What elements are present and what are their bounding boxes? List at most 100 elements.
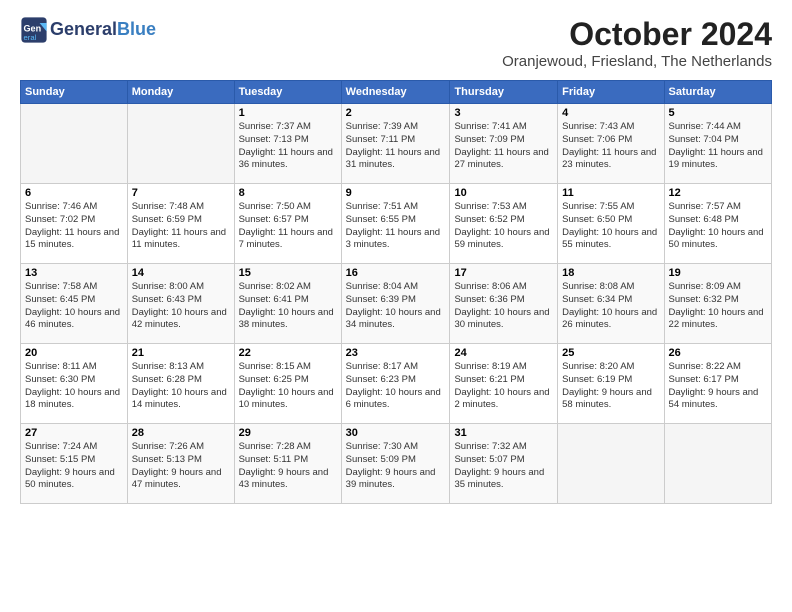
day-number: 1 <box>239 107 337 119</box>
day-number: 27 <box>25 427 123 439</box>
day-info: Sunrise: 8:04 AM Sunset: 6:39 PM Dayligh… <box>346 281 446 332</box>
weekday-header: Wednesday <box>341 81 450 104</box>
calendar-cell: 1 Sunrise: 7:37 AM Sunset: 7:13 PM Daylig… <box>234 104 341 184</box>
calendar-cell: 19 Sunrise: 8:09 AM Sunset: 6:32 PM Dayli… <box>664 264 771 344</box>
day-info: Sunrise: 8:08 AM Sunset: 6:34 PM Dayligh… <box>562 281 659 332</box>
calendar-header: SundayMondayTuesdayWednesdayThursdayFrid… <box>21 81 772 104</box>
day-info: Sunrise: 7:55 AM Sunset: 6:50 PM Dayligh… <box>562 201 659 252</box>
calendar-cell: 10Sunrise: 7:53 AM Sunset: 6:52 PM Dayli… <box>450 184 558 264</box>
svg-text:eral: eral <box>24 33 37 42</box>
day-info: Sunrise: 7:46 AM Sunset: 7:02 PM Dayligh… <box>25 201 123 252</box>
month-title: October 2024 <box>502 16 772 53</box>
day-info: Sunrise: 7:39 AM Sunset: 7:11 PM Dayligh… <box>346 121 446 172</box>
day-number: 20 <box>25 347 123 359</box>
calendar-cell <box>127 104 234 184</box>
logo-name: GeneralBlue <box>50 20 156 40</box>
day-info: Sunrise: 7:50 AM Sunset: 6:57 PM Dayligh… <box>239 201 337 252</box>
day-number: 29 <box>239 427 337 439</box>
day-number: 21 <box>132 347 230 359</box>
calendar-cell: 9 Sunrise: 7:51 AM Sunset: 6:55 PM Daylig… <box>341 184 450 264</box>
calendar-cell: 31 Sunrise: 7:32 AM Sunset: 5:07 PM Dayli… <box>450 424 558 504</box>
day-number: 14 <box>132 267 230 279</box>
calendar-cell: 2 Sunrise: 7:39 AM Sunset: 7:11 PM Daylig… <box>341 104 450 184</box>
weekday-header: Friday <box>558 81 664 104</box>
day-number: 6 <box>25 187 123 199</box>
title-block: October 2024 Oranjewoud, Friesland, The … <box>502 16 772 70</box>
day-number: 13 <box>25 267 123 279</box>
day-number: 9 <box>346 187 446 199</box>
day-number: 15 <box>239 267 337 279</box>
calendar-cell: 7Sunrise: 7:48 AM Sunset: 6:59 PM Daylig… <box>127 184 234 264</box>
day-info: Sunrise: 7:44 AM Sunset: 7:04 PM Dayligh… <box>669 121 767 172</box>
calendar-cell: 24 Sunrise: 8:19 AM Sunset: 6:21 PM Dayli… <box>450 344 558 424</box>
calendar-cell: 25 Sunrise: 8:20 AM Sunset: 6:19 PM Dayli… <box>558 344 664 424</box>
day-number: 24 <box>454 347 553 359</box>
calendar-cell: 4Sunrise: 7:43 AM Sunset: 7:06 PM Daylig… <box>558 104 664 184</box>
day-number: 16 <box>346 267 446 279</box>
calendar-cell: 20 Sunrise: 8:11 AM Sunset: 6:30 PM Dayli… <box>21 344 128 424</box>
calendar-cell: 5Sunrise: 7:44 AM Sunset: 7:04 PM Daylig… <box>664 104 771 184</box>
calendar-table: SundayMondayTuesdayWednesdayThursdayFrid… <box>20 80 772 504</box>
location-title: Oranjewoud, Friesland, The Netherlands <box>502 53 772 70</box>
calendar-cell: 21Sunrise: 8:13 AM Sunset: 6:28 PM Dayli… <box>127 344 234 424</box>
day-info: Sunrise: 7:28 AM Sunset: 5:11 PM Dayligh… <box>239 441 337 492</box>
calendar-cell: 26Sunrise: 8:22 AM Sunset: 6:17 PM Dayli… <box>664 344 771 424</box>
calendar-week-row: 27 Sunrise: 7:24 AM Sunset: 5:15 PM Dayli… <box>21 424 772 504</box>
day-info: Sunrise: 8:00 AM Sunset: 6:43 PM Dayligh… <box>132 281 230 332</box>
day-info: Sunrise: 7:41 AM Sunset: 7:09 PM Dayligh… <box>454 121 553 172</box>
weekday-header: Saturday <box>664 81 771 104</box>
day-number: 2 <box>346 107 446 119</box>
calendar-cell: 3 Sunrise: 7:41 AM Sunset: 7:09 PM Daylig… <box>450 104 558 184</box>
day-info: Sunrise: 7:24 AM Sunset: 5:15 PM Dayligh… <box>25 441 123 492</box>
logo: Gen eral GeneralBlue <box>20 16 156 44</box>
calendar-week-row: 13 Sunrise: 7:58 AM Sunset: 6:45 PM Dayli… <box>21 264 772 344</box>
weekday-header: Thursday <box>450 81 558 104</box>
day-info: Sunrise: 8:11 AM Sunset: 6:30 PM Dayligh… <box>25 361 123 412</box>
day-number: 3 <box>454 107 553 119</box>
calendar-cell: 13 Sunrise: 7:58 AM Sunset: 6:45 PM Dayli… <box>21 264 128 344</box>
calendar-cell <box>21 104 128 184</box>
calendar-cell: 23Sunrise: 8:17 AM Sunset: 6:23 PM Dayli… <box>341 344 450 424</box>
weekday-row: SundayMondayTuesdayWednesdayThursdayFrid… <box>21 81 772 104</box>
calendar-cell <box>664 424 771 504</box>
day-info: Sunrise: 7:57 AM Sunset: 6:48 PM Dayligh… <box>669 201 767 252</box>
day-info: Sunrise: 7:30 AM Sunset: 5:09 PM Dayligh… <box>346 441 446 492</box>
day-number: 12 <box>669 187 767 199</box>
day-info: Sunrise: 7:37 AM Sunset: 7:13 PM Dayligh… <box>239 121 337 172</box>
calendar-body: 1 Sunrise: 7:37 AM Sunset: 7:13 PM Daylig… <box>21 104 772 504</box>
header: Gen eral GeneralBlue October 2024 Oranje… <box>20 16 772 70</box>
calendar-week-row: 6 Sunrise: 7:46 AM Sunset: 7:02 PM Daylig… <box>21 184 772 264</box>
day-number: 18 <box>562 267 659 279</box>
calendar-cell: 27 Sunrise: 7:24 AM Sunset: 5:15 PM Dayli… <box>21 424 128 504</box>
day-info: Sunrise: 7:26 AM Sunset: 5:13 PM Dayligh… <box>132 441 230 492</box>
calendar-cell: 17Sunrise: 8:06 AM Sunset: 6:36 PM Dayli… <box>450 264 558 344</box>
day-info: Sunrise: 8:22 AM Sunset: 6:17 PM Dayligh… <box>669 361 767 412</box>
day-info: Sunrise: 8:09 AM Sunset: 6:32 PM Dayligh… <box>669 281 767 332</box>
day-number: 19 <box>669 267 767 279</box>
calendar-cell: 28Sunrise: 7:26 AM Sunset: 5:13 PM Dayli… <box>127 424 234 504</box>
day-info: Sunrise: 8:19 AM Sunset: 6:21 PM Dayligh… <box>454 361 553 412</box>
day-info: Sunrise: 8:02 AM Sunset: 6:41 PM Dayligh… <box>239 281 337 332</box>
calendar-week-row: 20 Sunrise: 8:11 AM Sunset: 6:30 PM Dayli… <box>21 344 772 424</box>
calendar-week-row: 1 Sunrise: 7:37 AM Sunset: 7:13 PM Daylig… <box>21 104 772 184</box>
calendar-cell: 29 Sunrise: 7:28 AM Sunset: 5:11 PM Dayli… <box>234 424 341 504</box>
day-number: 25 <box>562 347 659 359</box>
day-number: 11 <box>562 187 659 199</box>
weekday-header: Monday <box>127 81 234 104</box>
day-info: Sunrise: 7:48 AM Sunset: 6:59 PM Dayligh… <box>132 201 230 252</box>
day-info: Sunrise: 8:20 AM Sunset: 6:19 PM Dayligh… <box>562 361 659 412</box>
day-number: 31 <box>454 427 553 439</box>
calendar-cell: 6 Sunrise: 7:46 AM Sunset: 7:02 PM Daylig… <box>21 184 128 264</box>
calendar-cell: 14 Sunrise: 8:00 AM Sunset: 6:43 PM Dayli… <box>127 264 234 344</box>
calendar-cell: 30Sunrise: 7:30 AM Sunset: 5:09 PM Dayli… <box>341 424 450 504</box>
svg-text:Gen: Gen <box>24 23 42 33</box>
day-info: Sunrise: 7:58 AM Sunset: 6:45 PM Dayligh… <box>25 281 123 332</box>
weekday-header: Sunday <box>21 81 128 104</box>
logo-icon: Gen eral <box>20 16 48 44</box>
calendar-cell <box>558 424 664 504</box>
calendar-cell: 15 Sunrise: 8:02 AM Sunset: 6:41 PM Dayli… <box>234 264 341 344</box>
calendar-cell: 16 Sunrise: 8:04 AM Sunset: 6:39 PM Dayli… <box>341 264 450 344</box>
day-info: Sunrise: 7:51 AM Sunset: 6:55 PM Dayligh… <box>346 201 446 252</box>
day-info: Sunrise: 7:32 AM Sunset: 5:07 PM Dayligh… <box>454 441 553 492</box>
day-number: 8 <box>239 187 337 199</box>
